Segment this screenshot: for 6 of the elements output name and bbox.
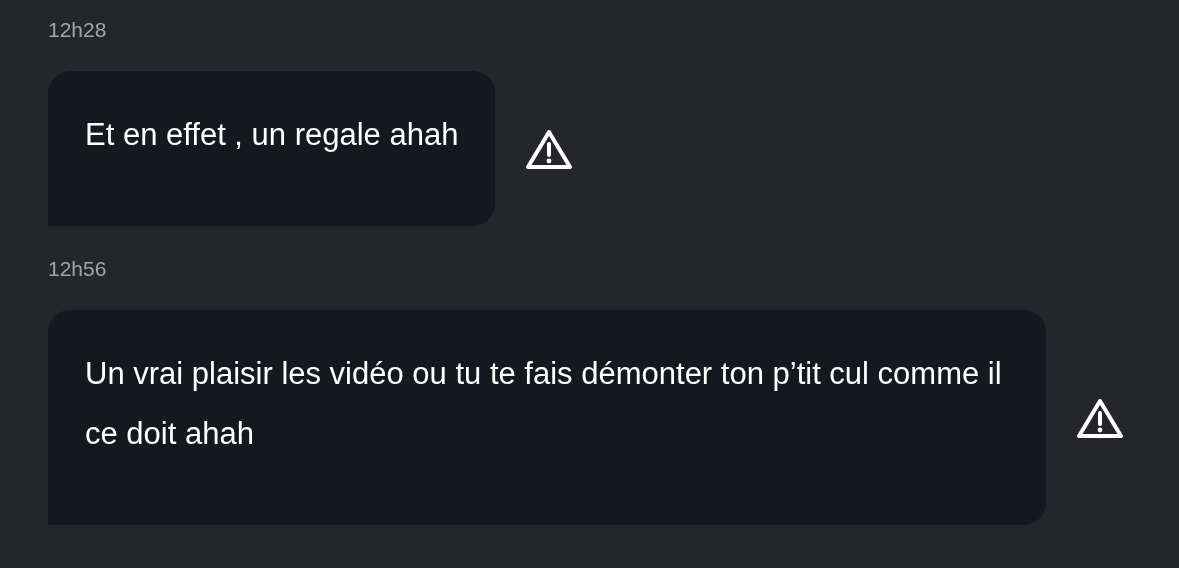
message-time: 12h28 (48, 17, 108, 43)
message-bubble: Et en effet , un regale ahah (48, 71, 496, 226)
warning-icon[interactable] (1076, 396, 1124, 439)
message-time: 12h56 (48, 256, 108, 282)
message-bubble: Un vrai plaisir les vidéo ou tu te fais démonter ton p’tit cul comme il ce doit ahah (48, 310, 1046, 525)
warning-icon[interactable] (525, 127, 574, 170)
